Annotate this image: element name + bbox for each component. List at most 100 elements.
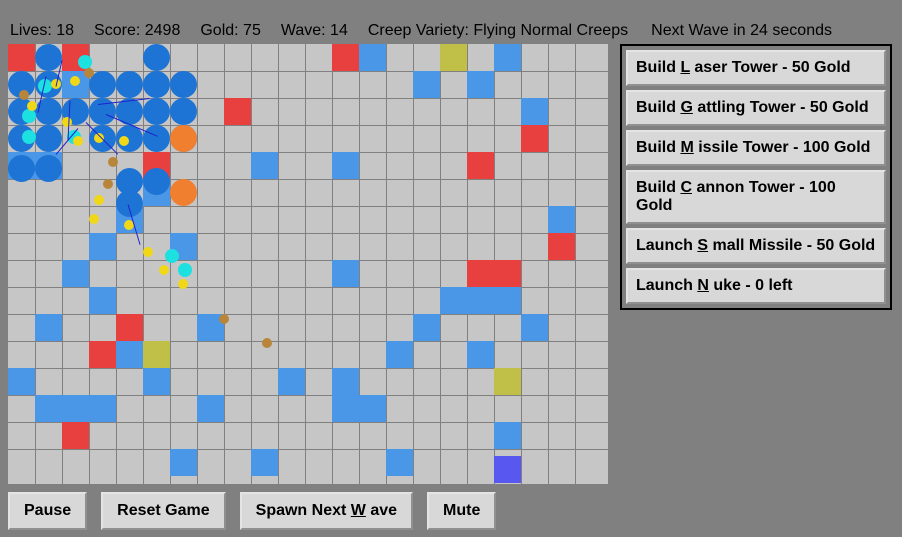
board-cell bbox=[278, 368, 305, 395]
board-cell bbox=[386, 449, 413, 476]
board-particle bbox=[165, 249, 179, 263]
board-cell bbox=[332, 368, 359, 395]
board-cell bbox=[494, 287, 521, 314]
board-cell bbox=[89, 233, 116, 260]
board-cell bbox=[494, 422, 521, 449]
board-particle bbox=[170, 125, 197, 152]
board-particle bbox=[22, 109, 36, 123]
board-particle bbox=[116, 71, 143, 98]
wave-display: Wave: 14 bbox=[281, 22, 348, 40]
board-particle bbox=[94, 195, 104, 205]
gold-display: Gold: 75 bbox=[200, 22, 261, 40]
board-particle bbox=[170, 71, 197, 98]
board-cell bbox=[467, 287, 494, 314]
board-particle bbox=[27, 101, 37, 111]
build-btn-4[interactable]: Launch S mall Missile - 50 Gold bbox=[626, 228, 886, 264]
board-cell bbox=[467, 341, 494, 368]
board-cell bbox=[224, 98, 251, 125]
board-cell bbox=[386, 341, 413, 368]
board-cell bbox=[494, 260, 521, 287]
board-cell bbox=[116, 314, 143, 341]
board-particle bbox=[262, 338, 272, 348]
board-particle bbox=[8, 155, 35, 182]
board-particle bbox=[22, 130, 36, 144]
board-cell bbox=[332, 395, 359, 422]
board-cell bbox=[62, 422, 89, 449]
board-cell bbox=[440, 44, 467, 71]
board-particle bbox=[143, 98, 170, 125]
bottom-bar: Pause Reset Game Spawn Next W ave Mute bbox=[8, 492, 496, 530]
board-cell bbox=[548, 206, 575, 233]
board-particle bbox=[170, 98, 197, 125]
board-cell bbox=[332, 44, 359, 71]
board-cell bbox=[62, 395, 89, 422]
board-particle bbox=[19, 90, 29, 100]
build-btn-1[interactable]: Build G attling Tower - 50 Gold bbox=[626, 90, 886, 126]
board-cell bbox=[467, 71, 494, 98]
board-cell bbox=[521, 314, 548, 341]
board-particle bbox=[219, 314, 229, 324]
board-cell bbox=[521, 125, 548, 152]
board-particle bbox=[35, 125, 62, 152]
board-cell bbox=[143, 368, 170, 395]
board-particle bbox=[103, 179, 113, 189]
board-cell bbox=[332, 260, 359, 287]
game-board[interactable] bbox=[8, 44, 608, 484]
board-cell bbox=[494, 44, 521, 71]
build-btn-0[interactable]: Build L aser Tower - 50 Gold bbox=[626, 50, 886, 86]
board-cell bbox=[359, 395, 386, 422]
board-particle bbox=[159, 265, 169, 275]
board-cell bbox=[359, 44, 386, 71]
board-cell bbox=[413, 314, 440, 341]
board-cell bbox=[332, 152, 359, 179]
board-cell bbox=[413, 71, 440, 98]
board-cell bbox=[494, 368, 521, 395]
board-particle bbox=[170, 179, 197, 206]
stats-bar: Lives: 18 Score: 2498 Gold: 75 Wave: 14 … bbox=[10, 22, 892, 40]
board-particle bbox=[143, 71, 170, 98]
board-cell bbox=[35, 314, 62, 341]
board-cell bbox=[89, 287, 116, 314]
board-particle bbox=[143, 247, 153, 257]
score-display: Score: 2498 bbox=[94, 22, 180, 40]
reset-button[interactable]: Reset Game bbox=[101, 492, 226, 530]
board-cell bbox=[116, 341, 143, 368]
board-particle bbox=[78, 55, 92, 69]
board-particle bbox=[178, 263, 192, 277]
build-btn-3[interactable]: Build C annon Tower - 100 Gold bbox=[626, 170, 886, 224]
build-btn-2[interactable]: Build M issile Tower - 100 Gold bbox=[626, 130, 886, 166]
board-cell bbox=[521, 98, 548, 125]
board-cell bbox=[35, 395, 62, 422]
board-particle bbox=[143, 168, 170, 195]
board-cell bbox=[197, 395, 224, 422]
board-particle bbox=[89, 214, 99, 224]
mute-button[interactable]: Mute bbox=[427, 492, 496, 530]
board-particle bbox=[143, 44, 170, 71]
board-cell bbox=[143, 341, 170, 368]
board-cell bbox=[494, 456, 521, 483]
build-btn-5[interactable]: Launch N uke - 0 left bbox=[626, 268, 886, 304]
board-particle bbox=[73, 136, 83, 146]
board-particle bbox=[62, 117, 72, 127]
board-particle bbox=[119, 136, 129, 146]
board-cell bbox=[548, 233, 575, 260]
board-cell bbox=[467, 152, 494, 179]
board-particle bbox=[35, 155, 62, 182]
board-cell bbox=[8, 44, 35, 71]
build-panel: Build L aser Tower - 50 Gold Build G attl… bbox=[620, 44, 892, 310]
board-cell bbox=[62, 260, 89, 287]
board-cell bbox=[440, 287, 467, 314]
board-particle bbox=[35, 44, 62, 71]
board-cell bbox=[170, 449, 197, 476]
board-cell bbox=[251, 449, 278, 476]
board-cell bbox=[467, 260, 494, 287]
pause-button[interactable]: Pause bbox=[8, 492, 87, 530]
board-cell bbox=[89, 341, 116, 368]
board-particle bbox=[178, 279, 188, 289]
board-particle bbox=[84, 68, 94, 78]
board-particle bbox=[143, 125, 170, 152]
board-cell bbox=[8, 368, 35, 395]
spawn-wave-button[interactable]: Spawn Next W ave bbox=[240, 492, 413, 530]
next-wave-timer: Next Wave in 24 seconds bbox=[651, 22, 832, 40]
board-cell bbox=[89, 395, 116, 422]
